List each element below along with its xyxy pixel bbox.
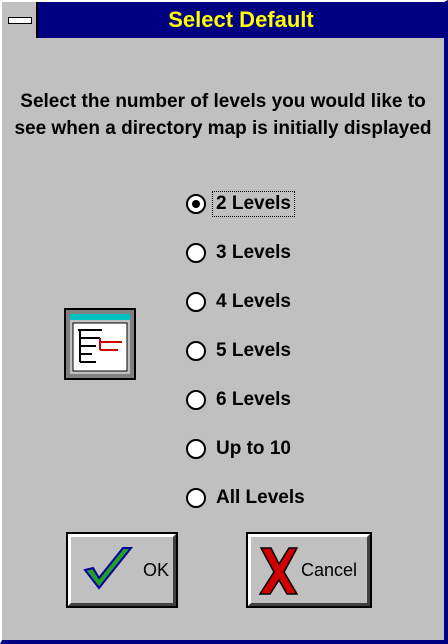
radio-label: 4 Levels [216,291,291,312]
radio-label: 3 Levels [216,242,291,263]
radio-button[interactable] [186,439,206,459]
radio-button[interactable] [186,292,206,312]
ok-button-label: OK [143,559,170,580]
radio-4-levels[interactable]: 4 Levels [186,287,294,317]
radio-button[interactable] [186,341,206,361]
x-icon [258,547,299,595]
radio-button[interactable] [186,243,206,263]
instruction-text: Select the number of levels you would li… [14,91,432,139]
radio-button[interactable] [186,390,206,410]
cancel-button-label: Cancel [301,559,358,580]
radio-3-levels[interactable]: 3 Levels [186,238,294,268]
radio-6-levels[interactable]: 6 Levels [186,385,294,415]
select-default-dialog: Select Default Select the number of leve… [0,0,448,644]
radio-label: All Levels [216,487,305,508]
directory-map-icon [64,308,136,380]
radio-label: 2 Levels [212,191,295,217]
radio-button-selected[interactable] [186,194,206,214]
radio-label: 5 Levels [216,340,291,361]
radio-2-levels[interactable]: 2 Levels [186,189,295,219]
system-menu-button[interactable] [2,2,38,38]
window-title: Select Default [168,7,314,32]
radio-button[interactable] [186,488,206,508]
radio-label: Up to 10 [216,438,291,459]
cancel-button[interactable]: Cancel [246,532,372,608]
system-menu-icon [8,17,32,24]
radio-label: 6 Levels [216,389,291,410]
title-bar: Select Default [2,2,444,38]
checkmark-icon [83,547,134,590]
ok-button[interactable]: OK [66,532,178,608]
radio-5-levels[interactable]: 5 Levels [186,336,294,366]
radio-up-to-10[interactable]: Up to 10 [186,434,294,464]
radio-all-levels[interactable]: All Levels [186,483,308,513]
